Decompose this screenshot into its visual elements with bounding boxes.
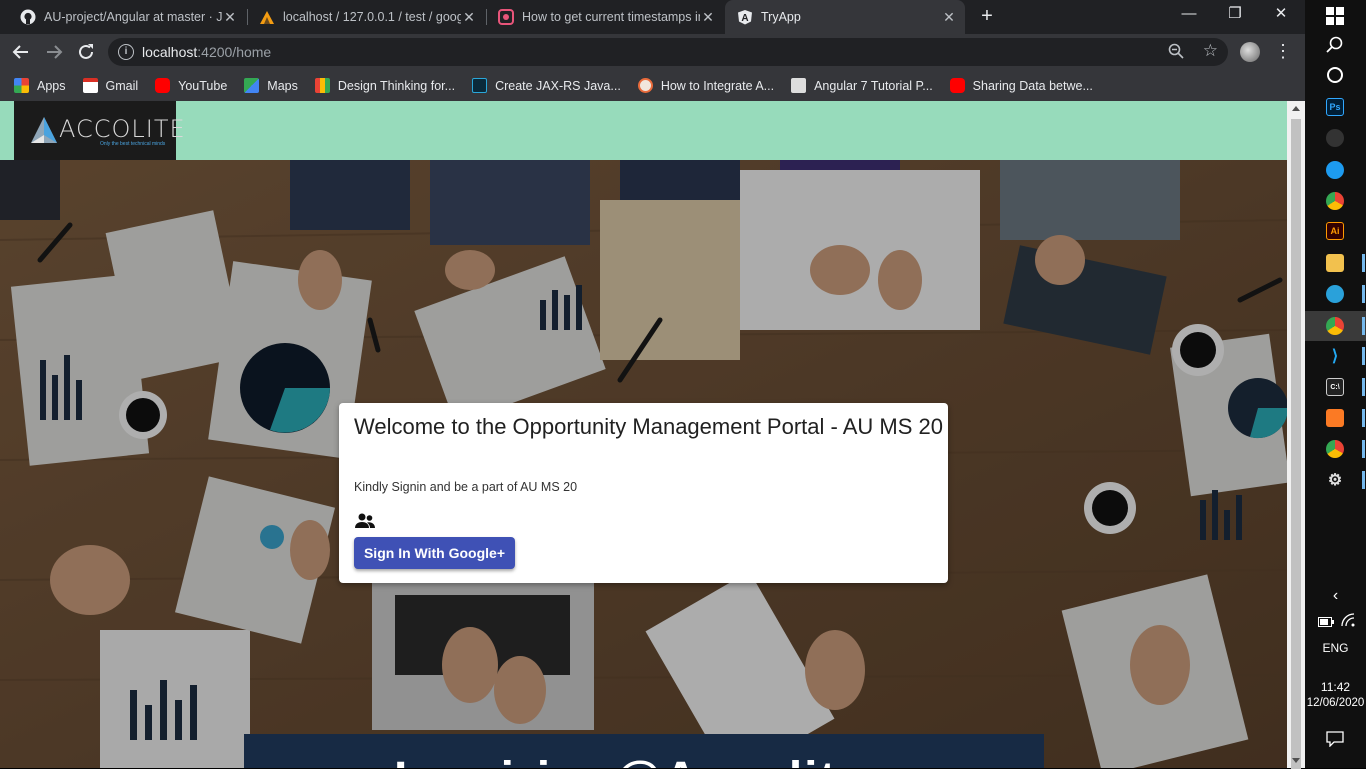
tab-phpmyadmin[interactable]: localhost / 127.0.0.1 / test / goog ✕ — [247, 0, 485, 34]
search-icon[interactable] — [1326, 36, 1344, 54]
menu-kebab-icon[interactable]: ⋮ — [1274, 41, 1292, 62]
vscode-icon[interactable]: ⟩ — [1326, 347, 1344, 365]
new-tab-button[interactable]: + — [976, 5, 998, 27]
chrome-icon[interactable] — [1326, 317, 1344, 335]
window-close-button[interactable]: ✕ — [1258, 0, 1304, 30]
bookmark-jax-rs[interactable]: Create JAX-RS Java... — [472, 78, 621, 93]
chrome-icon[interactable] — [1326, 192, 1344, 210]
language-indicator[interactable]: ENG — [1305, 641, 1366, 655]
tab-title: AU-project/Angular at master · Ja — [44, 10, 222, 24]
minimize-button[interactable]: — — [1166, 0, 1212, 30]
show-hidden-icons-chevron-icon[interactable]: ‹ — [1305, 587, 1366, 605]
chrome-window: AU-project/Angular at master · Ja ✕ loca… — [0, 0, 1305, 769]
github-icon — [20, 9, 36, 25]
reload-button[interactable] — [74, 40, 98, 64]
site-info-icon[interactable]: i — [118, 44, 134, 60]
apps-grid-icon — [14, 78, 29, 93]
inspiring-banner: Inspiring@Accolite — [244, 734, 1044, 768]
browser-toolbar: i localhost:4200/home ☆ ⋮ — [0, 34, 1305, 70]
bookmark-sharing-data[interactable]: Sharing Data betwe... — [949, 78, 1093, 93]
bookmark-design-thinking[interactable]: Design Thinking for... — [314, 78, 455, 93]
group-people-icon — [355, 513, 375, 528]
stackoverflow-icon — [498, 9, 514, 25]
windows-taskbar: Ps Ai ⟩ C:\ ⚙ ‹ ENG 11:42 12/06/2020 — [1305, 0, 1366, 768]
accolite-logo[interactable]: ACCOLITE Only the best technical minds — [14, 101, 185, 160]
tab-title: TryApp — [761, 10, 801, 24]
bookmarks-bar: Apps Gmail YouTube Maps Design Thinking … — [0, 70, 1305, 101]
bookmark-gmail[interactable]: Gmail — [82, 78, 138, 93]
tab-close-icon[interactable]: ✕ — [700, 9, 716, 26]
page-scrollbar[interactable] — [1287, 101, 1305, 769]
back-arrow-icon — [12, 45, 28, 59]
tab-strip: AU-project/Angular at master · Ja ✕ loca… — [0, 0, 1305, 34]
reload-icon — [79, 44, 93, 59]
tab-title: localhost / 127.0.0.1 / test / goog — [283, 10, 461, 24]
url-text: localhost:4200/home — [142, 44, 272, 60]
avatar-icon — [791, 78, 807, 93]
photoshop-icon[interactable]: Ps — [1326, 98, 1344, 116]
bookmark-apps[interactable]: Apps — [14, 78, 66, 93]
logo-wordmark: ACCOLITE — [59, 115, 186, 143]
site-icon — [637, 78, 653, 93]
banner-text: Inspiring@Accolite — [394, 752, 866, 768]
google-signin-button[interactable]: Sign In With Google+ — [354, 537, 515, 569]
welcome-subtitle: Kindly Signin and be a part of AU MS 20 — [354, 480, 578, 494]
cmd-icon[interactable]: C:\ — [1326, 378, 1344, 396]
illustrator-icon[interactable]: Ai — [1326, 222, 1344, 240]
youtube-icon — [155, 78, 171, 93]
bookmark-angular-tutorial[interactable]: Angular 7 Tutorial P... — [791, 78, 933, 93]
cortana-icon[interactable] — [1326, 66, 1344, 84]
angular-icon: A — [737, 9, 753, 25]
address-bar[interactable]: i localhost:4200/home ☆ — [108, 38, 1228, 66]
notifications-icon[interactable] — [1326, 730, 1344, 748]
settings-gear-icon[interactable]: ⚙ — [1326, 471, 1344, 489]
forward-arrow-icon — [47, 45, 63, 59]
youtube-icon — [949, 78, 965, 93]
tab-github[interactable]: AU-project/Angular at master · Ja ✕ — [8, 0, 246, 34]
tab-title: How to get current timestamps in — [522, 10, 700, 24]
scroll-thumb[interactable] — [1291, 119, 1301, 769]
forward-button[interactable] — [42, 40, 66, 64]
tab-close-icon[interactable]: ✕ — [941, 9, 957, 26]
accolite-mark-icon — [31, 117, 57, 143]
maps-icon — [244, 78, 260, 93]
bookmark-maps[interactable]: Maps — [244, 78, 298, 93]
bookmark-integrate[interactable]: How to Integrate A... — [637, 78, 774, 93]
welcome-title: Welcome to the Opportunity Management Po… — [354, 414, 943, 439]
restore-button[interactable]: ❐ — [1212, 0, 1258, 30]
scroll-down-icon[interactable] — [1292, 758, 1300, 763]
tab-close-icon[interactable]: ✕ — [461, 9, 477, 26]
obs-icon[interactable] — [1326, 129, 1344, 147]
windows-start-icon[interactable] — [1326, 7, 1344, 25]
back-button[interactable] — [9, 40, 33, 64]
profile-avatar[interactable] — [1240, 42, 1260, 62]
px-icon — [472, 78, 488, 93]
tab-close-icon[interactable]: ✕ — [222, 9, 238, 26]
zoom-icon[interactable] — [1168, 43, 1184, 62]
welcome-card: Welcome to the Opportunity Management Po… — [339, 403, 948, 583]
phpmyadmin-icon — [259, 9, 275, 25]
share-icon[interactable] — [1326, 161, 1344, 179]
bookmark-star-icon[interactable]: ☆ — [1203, 41, 1218, 61]
clock-time[interactable]: 11:42 — [1305, 680, 1366, 694]
svg-text:A: A — [741, 13, 748, 24]
page-viewport: ACCOLITE Only the best technical minds W… — [0, 101, 1287, 768]
scroll-up-icon[interactable] — [1292, 106, 1300, 111]
xampp-icon[interactable] — [1326, 409, 1344, 427]
battery-icon[interactable] — [1317, 613, 1335, 631]
clock-date[interactable]: 12/06/2020 — [1305, 697, 1366, 709]
telegram-icon[interactable] — [1326, 285, 1344, 303]
slides-icon — [314, 78, 330, 93]
gmail-icon — [82, 78, 98, 93]
tab-tryapp[interactable]: A TryApp ✕ — [725, 0, 965, 34]
app-header: ACCOLITE Only the best technical minds — [0, 101, 1287, 160]
file-explorer-icon[interactable] — [1326, 254, 1344, 272]
tab-stackoverflow[interactable]: How to get current timestamps in ✕ — [486, 0, 724, 34]
bookmark-youtube[interactable]: YouTube — [155, 78, 227, 93]
wifi-icon[interactable] — [1339, 611, 1357, 629]
logo-tagline: Only the best technical minds — [100, 141, 166, 147]
chrome-icon[interactable] — [1326, 440, 1344, 458]
